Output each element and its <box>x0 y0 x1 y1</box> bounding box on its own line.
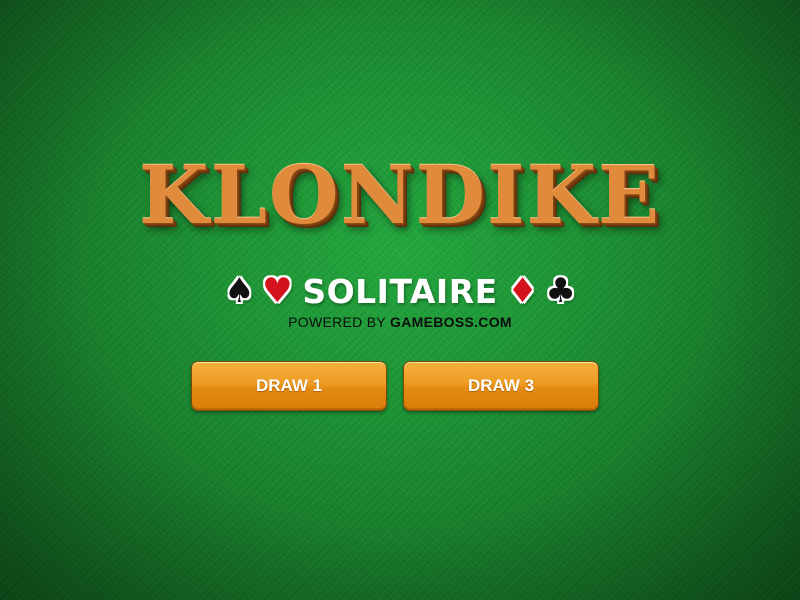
powered-by-prefix: POWERED BY <box>288 314 386 330</box>
powered-by-line: POWERED BY GAMEBOSS.COM <box>0 314 800 334</box>
club-icon: ♣ <box>545 271 576 311</box>
subtitle-logo: ♠ ♥ SOLITAIRE ♦ ♣ <box>0 268 800 314</box>
powered-by-brand: GAMEBOSS.COM <box>390 314 512 330</box>
game-title: KLONDIKE <box>139 148 661 242</box>
spade-icon: ♠ <box>224 271 255 311</box>
heart-icon: ♥ <box>262 271 293 311</box>
draw-3-button[interactable]: DRAW 3 <box>403 361 599 411</box>
subtitle-text: SOLITAIRE <box>302 271 498 311</box>
draw-1-button[interactable]: DRAW 1 <box>191 361 387 411</box>
diamond-icon: ♦ <box>507 271 538 311</box>
